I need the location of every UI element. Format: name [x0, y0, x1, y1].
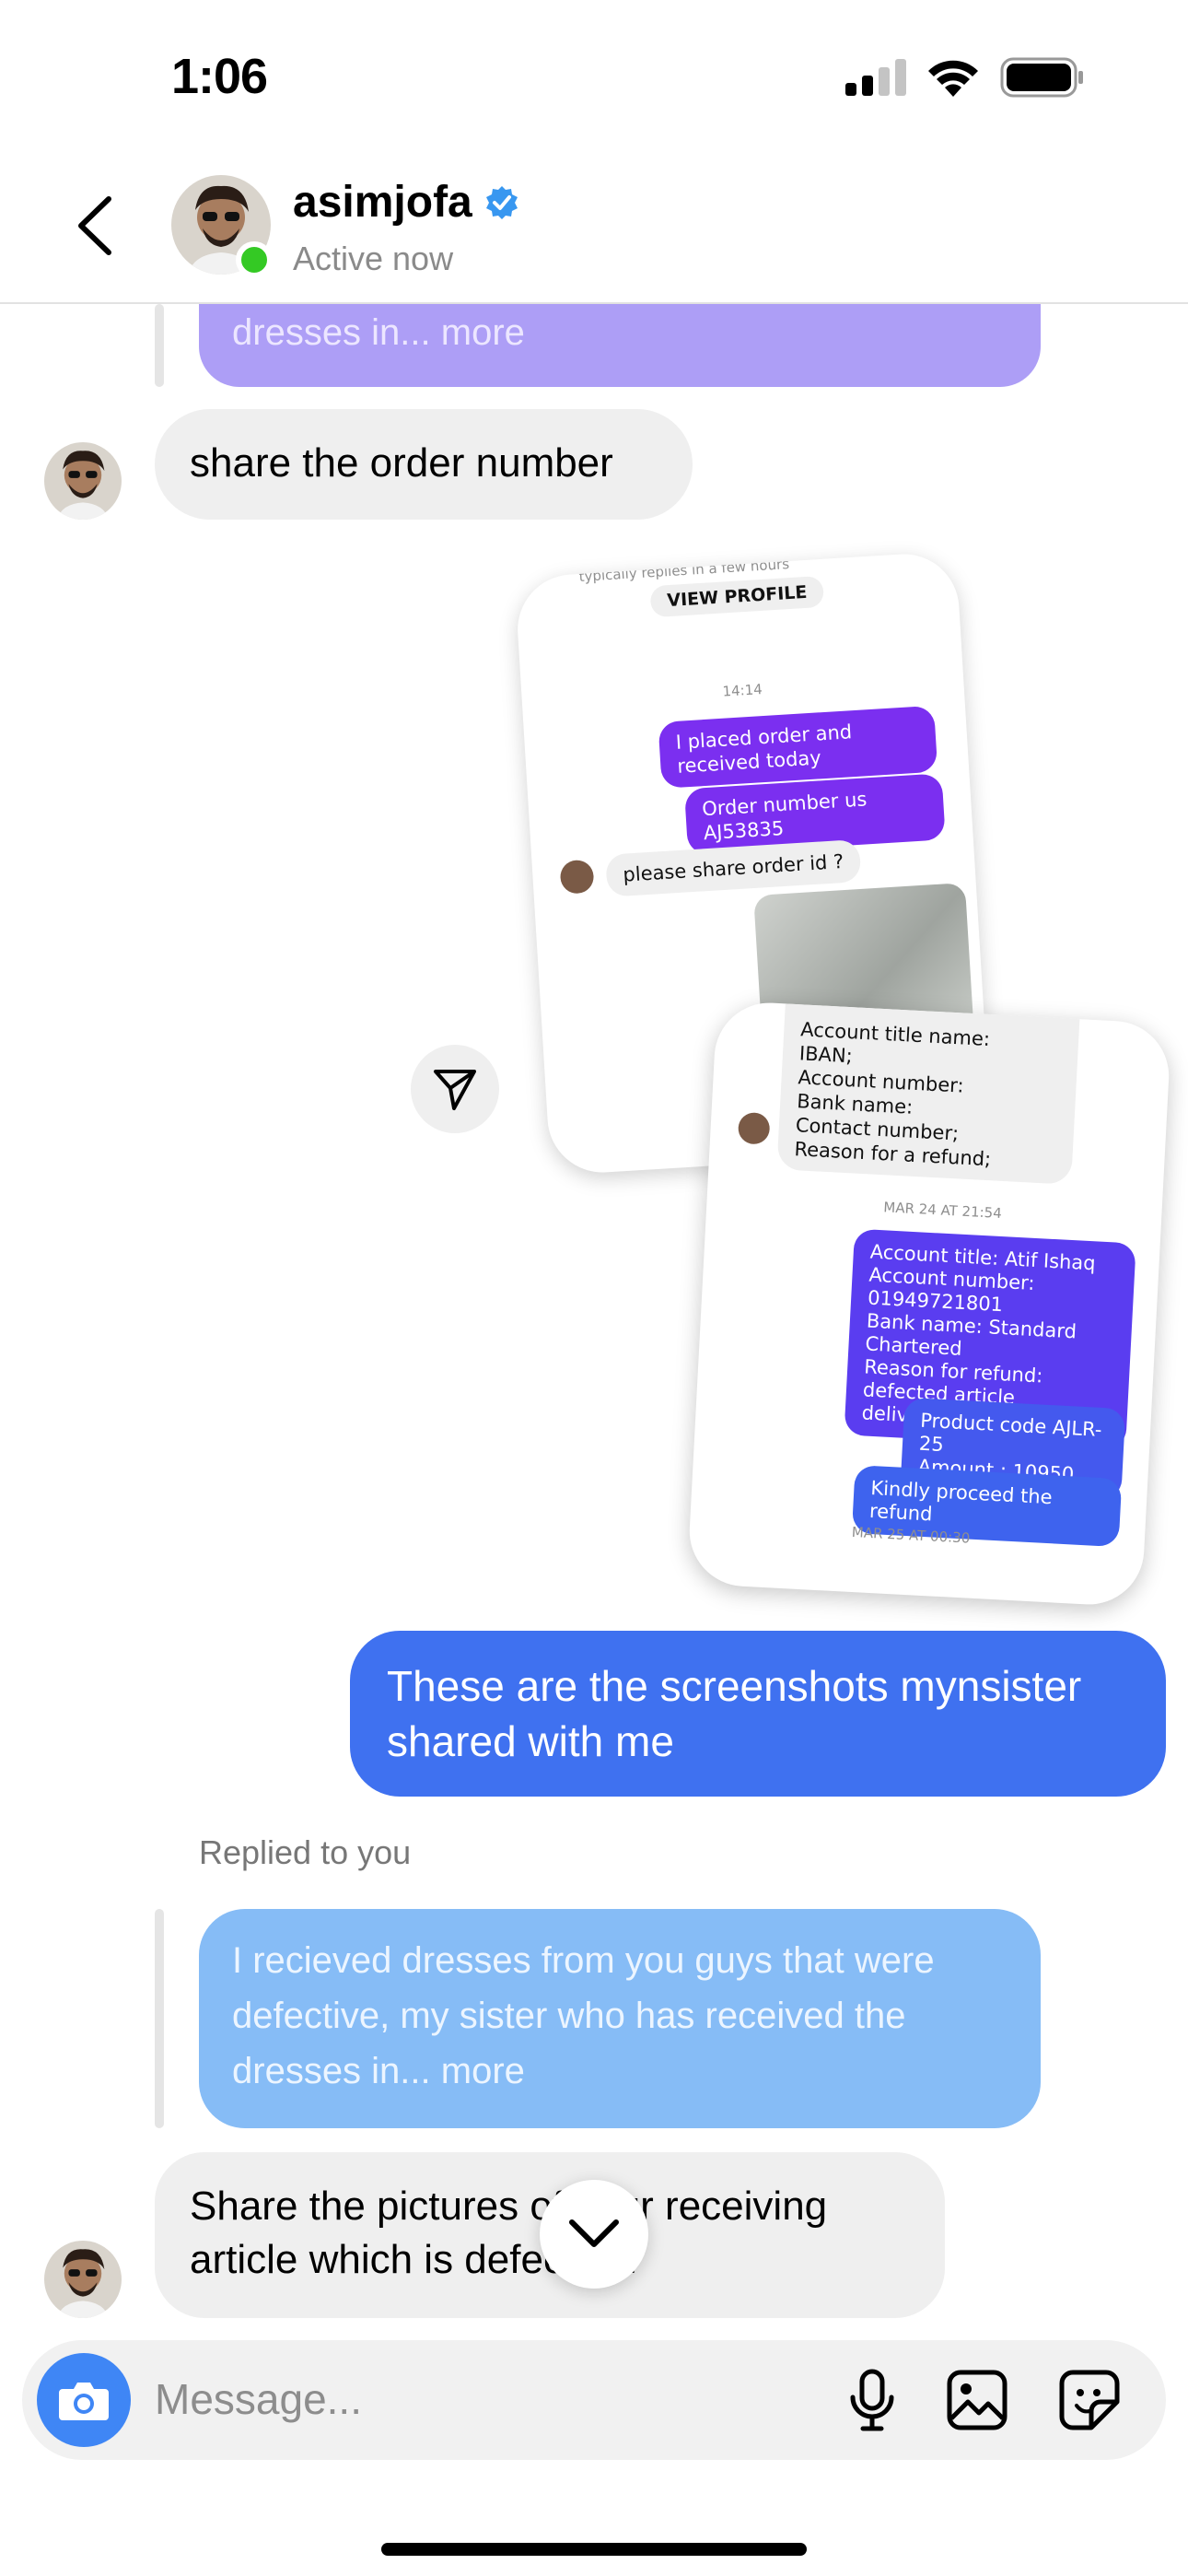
back-icon[interactable] — [72, 193, 118, 263]
reply-preview-text: I recieved dresses from you guys that we… — [232, 1940, 935, 2091]
incoming-message[interactable]: share the order number — [155, 409, 693, 520]
status-icons — [845, 57, 1085, 98]
gallery-button[interactable] — [941, 2364, 1013, 2436]
message-text: Share the pictures of your receiving art… — [190, 2184, 828, 2282]
username: asimjofa — [293, 178, 472, 227]
status-time: 1:06 — [171, 49, 268, 104]
send-icon — [434, 1070, 476, 1110]
sticker-button[interactable] — [1054, 2364, 1125, 2436]
sender-avatar[interactable] — [44, 2241, 122, 2318]
chevron-down-icon — [569, 2219, 619, 2247]
online-status-dot — [236, 241, 273, 278]
microphone-button[interactable] — [836, 2364, 908, 2436]
screenshot-bubble: please share order id ? — [605, 838, 862, 897]
screenshot-request-bubble: Account title name: IBAN; Account number… — [776, 1000, 1080, 1185]
scroll-to-bottom-button[interactable] — [540, 2180, 648, 2289]
share-button[interactable] — [411, 1045, 499, 1133]
screenshot-timestamp: 14:14 — [722, 681, 763, 700]
camera-button[interactable] — [37, 2353, 131, 2447]
replied-label: Replied to you — [199, 1833, 412, 1871]
screenshot-image-2[interactable]: Account title name: IBAN; Account number… — [686, 1000, 1172, 1608]
message-input[interactable] — [155, 2371, 799, 2427]
reply-indicator-bar — [155, 1909, 164, 2128]
screenshot-timestamp: MAR 24 AT 21:54 — [882, 1199, 1003, 1222]
home-indicator — [381, 2543, 807, 2556]
message-text: share the order number — [190, 440, 613, 486]
microphone-icon — [850, 2369, 894, 2431]
sticker-icon — [1059, 2370, 1120, 2430]
camera-icon — [59, 2383, 109, 2420]
sender-avatar[interactable] — [44, 442, 122, 520]
view-profile-label: VIEW PROFILE — [649, 575, 825, 618]
reply-preview-bubble[interactable]: I recieved dresses from you guys that we… — [199, 1909, 1041, 2128]
active-status: Active now — [293, 240, 454, 277]
outgoing-message[interactable]: These are the screenshots mynsister shar… — [350, 1631, 1166, 1797]
signal-icon — [845, 59, 906, 96]
image-icon — [947, 2370, 1007, 2430]
screenshot-avatar — [737, 1111, 771, 1145]
chat-title[interactable]: asimjofa — [293, 177, 520, 228]
wifi-icon — [928, 60, 978, 97]
reply-preview-text: dresses in... more — [232, 312, 525, 353]
message-text: These are the screenshots mynsister shar… — [387, 1662, 1082, 1765]
battery-icon — [1000, 57, 1083, 98]
verified-icon — [485, 185, 518, 219]
screenshot-avatar — [559, 859, 595, 895]
reply-indicator-bar — [155, 304, 164, 387]
